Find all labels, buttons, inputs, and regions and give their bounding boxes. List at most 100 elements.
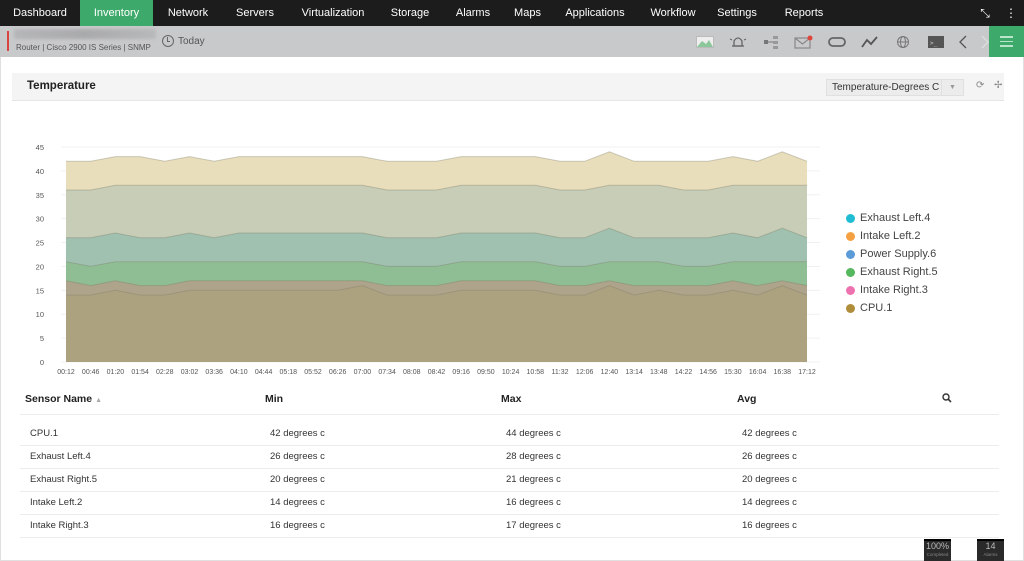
nav-tab-settings[interactable]: Settings xyxy=(706,0,768,26)
nav-tab-storage[interactable]: Storage xyxy=(379,0,441,26)
cell-empty xyxy=(937,468,999,492)
table-row[interactable]: Intake Right.3 16 degrees c 17 degrees c 16… xyxy=(20,514,999,538)
cell-name: CPU.1 xyxy=(20,422,260,446)
table-row[interactable]: CPU.1 42 degrees c 44 degrees c 42 degrees … xyxy=(20,422,999,446)
cell-empty xyxy=(937,491,999,515)
alarms-badge[interactable]: 14 Alarms xyxy=(977,539,1004,561)
nav-tab-workflow[interactable]: Workflow xyxy=(640,0,706,26)
x-tick-label: 06:26 xyxy=(329,369,347,376)
hamburger-menu-button[interactable] xyxy=(989,26,1024,57)
sensor-table: Sensor Name ▲ Min Max Avg CPU.1 42 degrees… xyxy=(20,385,999,538)
status-indicator xyxy=(7,31,9,51)
x-tick-label: 16:04 xyxy=(749,369,767,376)
x-tick-label: 12:40 xyxy=(601,369,619,376)
cell-empty xyxy=(937,445,999,469)
y-tick-label: 15 xyxy=(36,286,44,295)
pin-icon[interactable]: ✢ xyxy=(994,80,1002,91)
nav-tab-alarms[interactable]: Alarms xyxy=(441,0,505,26)
legend-label: CPU.1 xyxy=(860,302,893,314)
legend-item[interactable]: Exhaust Left.4 xyxy=(846,209,938,227)
nav-tab-reports[interactable]: Reports xyxy=(768,0,840,26)
unit-select[interactable]: Temperature-Degrees C ▼ xyxy=(826,79,964,96)
table-row[interactable]: Intake Left.2 14 degrees c 16 degrees c 14 … xyxy=(20,491,999,515)
alarm-bell-icon[interactable] xyxy=(721,26,754,57)
period-selector[interactable]: Today xyxy=(162,35,205,47)
panel-title: Temperature xyxy=(27,80,96,92)
temperature-area-chart: 0 5 10 15 20 25 30 35 40 45 00:12 00:46 01:20 01:54 02… xyxy=(36,143,820,376)
y-tick-label: 10 xyxy=(36,310,44,319)
nav-tab-network[interactable]: Network xyxy=(153,0,223,26)
legend-label: Exhaust Right.5 xyxy=(860,266,938,278)
refresh-icon[interactable]: ⟳ xyxy=(976,80,984,91)
device-name-blurred xyxy=(14,29,156,39)
legend-item[interactable]: Intake Left.2 xyxy=(846,227,938,245)
cell-min: 16 degrees c xyxy=(260,514,496,538)
col-max[interactable]: Max xyxy=(496,385,732,415)
legend-item[interactable]: Power Supply.6 xyxy=(846,245,938,263)
topology-icon[interactable] xyxy=(754,26,787,57)
legend-item[interactable]: Exhaust Right.5 xyxy=(846,263,938,281)
alarms-label: Alarms xyxy=(983,552,998,557)
legend-item[interactable]: Intake Right.3 xyxy=(846,281,938,299)
terminal-icon[interactable]: >_ xyxy=(919,26,952,57)
table-search[interactable] xyxy=(937,385,999,415)
line-chart-icon[interactable] xyxy=(853,26,886,57)
x-tick-label: 15:30 xyxy=(724,369,742,376)
mail-icon[interactable] xyxy=(787,26,820,57)
x-tick-label: 04:44 xyxy=(255,369,273,376)
x-tick-label: 02:28 xyxy=(156,369,174,376)
nav-tab-dashboard[interactable]: Dashboard xyxy=(0,0,80,26)
x-tick-label: 09:50 xyxy=(477,369,495,376)
table-row[interactable]: Exhaust Left.4 26 degrees c 28 degrees c 26… xyxy=(20,445,999,469)
x-tick-label: 04:10 xyxy=(230,369,248,376)
globe-icon[interactable] xyxy=(886,26,919,57)
prev-icon[interactable] xyxy=(952,26,974,57)
cell-max: 44 degrees c xyxy=(496,422,732,446)
cell-min: 26 degrees c xyxy=(260,445,496,469)
legend-item[interactable]: CPU.1 xyxy=(846,299,938,317)
nav-tab-maps[interactable]: Maps xyxy=(505,0,550,26)
collapse-icon[interactable]: ⤡ xyxy=(972,6,998,21)
legend-dot-icon xyxy=(846,213,855,223)
x-tick-label: 12:06 xyxy=(576,369,594,376)
clock-icon xyxy=(162,35,174,47)
x-tick-label: 00:46 xyxy=(82,369,100,376)
top-nav: Dashboard Inventory Network Servers Virtuali… xyxy=(0,0,1024,26)
more-vertical-icon[interactable]: ⋮ xyxy=(998,6,1024,20)
x-tick-label: 08:42 xyxy=(428,369,446,376)
cell-name: Exhaust Left.4 xyxy=(20,445,260,469)
x-tick-label: 07:34 xyxy=(378,369,396,376)
nav-tabs: Dashboard Inventory Network Servers Virtuali… xyxy=(0,0,840,26)
col-sensor-name[interactable]: Sensor Name ▲ xyxy=(20,385,260,415)
graph-image-icon[interactable] xyxy=(688,26,721,57)
x-tick-label: 11:32 xyxy=(552,369,569,376)
cell-max: 17 degrees c xyxy=(496,514,732,538)
cell-empty xyxy=(937,422,999,446)
y-tick-label: 5 xyxy=(40,334,44,343)
loop-icon[interactable] xyxy=(820,26,853,57)
area-series-intake-left-2[interactable] xyxy=(66,285,807,362)
legend-label: Power Supply.6 xyxy=(860,248,937,260)
col-min[interactable]: Min xyxy=(260,385,496,415)
completed-badge[interactable]: 100% Completed xyxy=(924,539,951,561)
table-spacer xyxy=(20,414,999,422)
x-tick-label: 03:36 xyxy=(205,369,223,376)
x-tick-label: 00:12 xyxy=(57,369,75,376)
sort-asc-icon[interactable]: ▲ xyxy=(95,397,102,404)
nav-tab-servers[interactable]: Servers xyxy=(223,0,287,26)
table-header-row: Sensor Name ▲ Min Max Avg xyxy=(20,385,999,415)
y-tick-label: 40 xyxy=(36,167,44,176)
legend-dot-icon xyxy=(846,231,855,241)
completed-label: Completed xyxy=(926,552,949,557)
nav-tab-applications[interactable]: Applications xyxy=(550,0,640,26)
search-icon[interactable] xyxy=(942,393,952,403)
cell-avg: 26 degrees c xyxy=(732,445,937,469)
cell-name: Intake Right.3 xyxy=(20,514,260,538)
nav-tab-virtualization[interactable]: Virtualization xyxy=(287,0,379,26)
cell-min: 14 degrees c xyxy=(260,491,496,515)
nav-tab-inventory[interactable]: Inventory xyxy=(80,0,153,26)
table-row[interactable]: Exhaust Right.5 20 degrees c 21 degrees c2… xyxy=(20,468,999,492)
cell-empty xyxy=(937,514,999,538)
nav-right: ⤡ ⋮ xyxy=(972,0,1024,26)
col-avg[interactable]: Avg xyxy=(732,385,937,415)
